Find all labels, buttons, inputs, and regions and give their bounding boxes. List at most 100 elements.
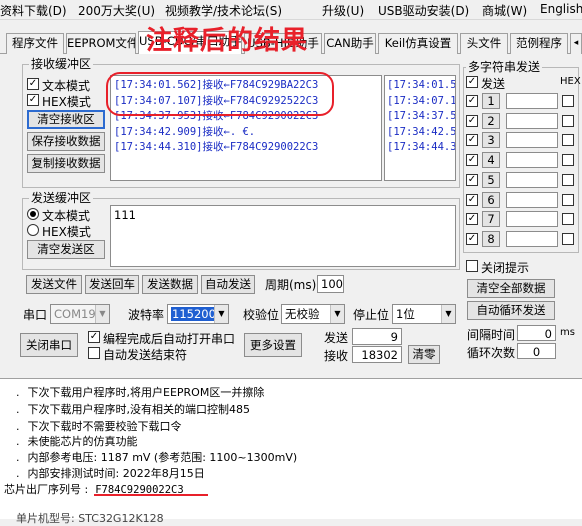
recv-count: 18302 bbox=[352, 346, 402, 363]
close-port-button[interactable]: 关闭串口 bbox=[20, 333, 78, 357]
auto-send-button[interactable]: 自动发送 bbox=[201, 275, 255, 294]
multi-row-hex-checkbox[interactable] bbox=[562, 154, 574, 167]
multi-row-hex-checkbox[interactable] bbox=[562, 193, 574, 206]
menu-upgrade[interactable]: 升级(U) bbox=[322, 2, 364, 19]
multi-row-send-button[interactable]: 2 bbox=[482, 112, 500, 129]
tab-keil-settings[interactable]: Keil仿真设置 bbox=[378, 33, 458, 54]
menu-usb-driver[interactable]: USB驱动安装(D) bbox=[378, 2, 469, 19]
parity-select[interactable]: 无校验 ▼ bbox=[281, 304, 345, 324]
receive-line: [17:34:42.909]接收←. €. bbox=[114, 125, 256, 138]
more-settings-button[interactable]: 更多设置 bbox=[244, 333, 302, 357]
multi-row-checkbox[interactable]: ✓ bbox=[466, 232, 478, 245]
multi-row-send-button[interactable]: 1 bbox=[482, 93, 500, 109]
annotation-text: 注释后的结果 bbox=[146, 26, 309, 56]
highlight-ellipse bbox=[106, 72, 334, 116]
multi-row-checkbox[interactable]: ✓ bbox=[466, 114, 478, 127]
log-line-partial: 单片机型号: STC32G12K128 bbox=[16, 512, 164, 525]
multi-row-send-button[interactable]: 7 bbox=[482, 211, 500, 228]
chevron-down-icon: ▼ bbox=[330, 305, 344, 323]
send-enter-button[interactable]: 发送回车 bbox=[85, 275, 139, 294]
multi-row-hex-checkbox[interactable] bbox=[562, 232, 574, 245]
multi-row-input[interactable] bbox=[506, 132, 558, 149]
tab-scroll-arrows[interactable]: ◂ bbox=[570, 33, 582, 54]
receive-hex-textarea[interactable]: [17:34:01.5 [17:34:07.1 [17:34:37.5 [17:… bbox=[384, 75, 456, 181]
baud-select[interactable]: 115200 ▼ bbox=[167, 304, 229, 324]
menu-shop[interactable]: 商城(W) bbox=[482, 2, 527, 19]
multi-row-send-button[interactable]: 6 bbox=[482, 191, 500, 208]
period-input[interactable]: 100 bbox=[317, 275, 344, 293]
menu-english[interactable]: English bbox=[540, 2, 582, 16]
multi-row-hex-checkbox[interactable] bbox=[562, 173, 574, 186]
clear-counter-button[interactable]: 清零 bbox=[408, 345, 440, 364]
multi-row-input[interactable] bbox=[506, 93, 558, 109]
multi-row-input[interactable] bbox=[506, 171, 558, 188]
multi-row-checkbox[interactable]: ✓ bbox=[466, 154, 478, 167]
tab-program-file[interactable]: 程序文件 bbox=[6, 33, 64, 54]
send-data-button[interactable]: 发送数据 bbox=[142, 275, 198, 294]
multi-row-input[interactable] bbox=[506, 211, 558, 228]
hex-mode-checkbox[interactable]: ✓ bbox=[27, 94, 39, 106]
receive-side-line: [17:34:37.5 bbox=[387, 110, 456, 122]
clear-receive-button[interactable]: 清空接收区 bbox=[27, 110, 105, 129]
multi-row-hex-checkbox[interactable] bbox=[562, 95, 574, 107]
multi-row-checkbox[interactable]: ✓ bbox=[466, 134, 478, 147]
multi-row-input[interactable] bbox=[506, 152, 558, 169]
loop-count-label: 循环次数 bbox=[467, 346, 516, 360]
send-count-label: 发送 bbox=[324, 331, 349, 345]
menu-download[interactable]: 资料下载(D) bbox=[0, 2, 67, 19]
send-textarea[interactable]: 111 bbox=[110, 205, 456, 267]
multi-row-send-button[interactable]: 8 bbox=[482, 230, 500, 247]
multi-row-hex-checkbox[interactable] bbox=[562, 213, 574, 226]
clear-send-button[interactable]: 清空发送区 bbox=[27, 240, 105, 259]
hex-mode-label: HEX模式 bbox=[42, 95, 91, 109]
multi-row-checkbox[interactable]: ✓ bbox=[466, 95, 478, 107]
close-tip-label: 关闭提示 bbox=[481, 261, 530, 275]
multi-row-send-button[interactable]: 5 bbox=[482, 171, 500, 188]
chevron-down-icon: ▼ bbox=[95, 305, 109, 323]
menu-bar: 资料下载(D) 200万大奖(U) 视频教学/技术论坛(S) 升级(U) USB… bbox=[0, 0, 582, 20]
auto-loop-button[interactable]: 自动循环发送 bbox=[467, 301, 555, 320]
send-file-button[interactable]: 发送文件 bbox=[26, 275, 82, 294]
multi-row-input[interactable] bbox=[506, 191, 558, 208]
auto-open-checkbox[interactable]: ✓ bbox=[88, 331, 100, 343]
tab-header-file[interactable]: 头文件 bbox=[460, 33, 508, 54]
multi-send-checkbox[interactable]: ✓ bbox=[466, 76, 478, 88]
serial-underline bbox=[94, 494, 208, 496]
multi-row-hex-checkbox[interactable] bbox=[562, 114, 574, 127]
multi-row-input[interactable] bbox=[506, 112, 558, 129]
text-mode-checkbox[interactable]: ✓ bbox=[27, 78, 39, 90]
stop-bits-select[interactable]: 1位 ▼ bbox=[392, 304, 456, 324]
multi-row-checkbox[interactable]: ✓ bbox=[466, 193, 478, 206]
menu-video[interactable]: 视频教学/技术论坛(S) bbox=[165, 2, 282, 19]
multi-row-input[interactable] bbox=[506, 230, 558, 247]
receive-line: [17:34:44.310]接收←F784C9290022C3 bbox=[114, 141, 319, 153]
auto-open-label: 编程完成后自动打开串口 bbox=[103, 332, 236, 346]
receive-buffer-title: 接收缓冲区 bbox=[29, 57, 94, 71]
tab-can-assistant[interactable]: CAN助手 bbox=[324, 33, 376, 54]
send-text-mode-radio[interactable] bbox=[27, 208, 39, 220]
recv-count-label: 接收 bbox=[324, 349, 349, 363]
auto-end-checkbox[interactable] bbox=[88, 347, 100, 359]
chevron-down-icon: ▼ bbox=[214, 305, 228, 323]
multi-row-checkbox[interactable]: ✓ bbox=[466, 213, 478, 226]
clear-all-button[interactable]: 清空全部数据 bbox=[467, 279, 555, 298]
tab-examples[interactable]: 范例程序 bbox=[510, 33, 568, 54]
multi-send-label: 发送 bbox=[481, 77, 506, 91]
interval-input[interactable]: 0 bbox=[517, 325, 556, 341]
send-hex-mode-radio[interactable] bbox=[27, 224, 39, 236]
multi-row-hex-checkbox[interactable] bbox=[562, 134, 574, 147]
port-select[interactable]: COM19 ▼ bbox=[50, 304, 110, 324]
tab-eeprom-file[interactable]: EEPROM文件 bbox=[66, 33, 136, 54]
copy-receive-button[interactable]: 复制接收数据 bbox=[27, 154, 105, 173]
send-hex-mode-label: HEX模式 bbox=[42, 225, 91, 239]
multi-row-checkbox[interactable]: ✓ bbox=[466, 173, 478, 186]
loop-count-input[interactable]: 0 bbox=[517, 343, 556, 359]
save-receive-button[interactable]: 保存接收数据 bbox=[27, 132, 105, 151]
receive-side-line: [17:34:07.1 bbox=[387, 94, 456, 107]
auto-end-label: 自动发送结束符 bbox=[103, 348, 188, 362]
menu-prize[interactable]: 200万大奖(U) bbox=[78, 2, 155, 19]
close-tip-checkbox[interactable] bbox=[466, 260, 478, 272]
multi-row-send-button[interactable]: 3 bbox=[482, 132, 500, 149]
multi-row-send-button[interactable]: 4 bbox=[482, 152, 500, 169]
stop-bits-value: 1位 bbox=[396, 307, 415, 321]
